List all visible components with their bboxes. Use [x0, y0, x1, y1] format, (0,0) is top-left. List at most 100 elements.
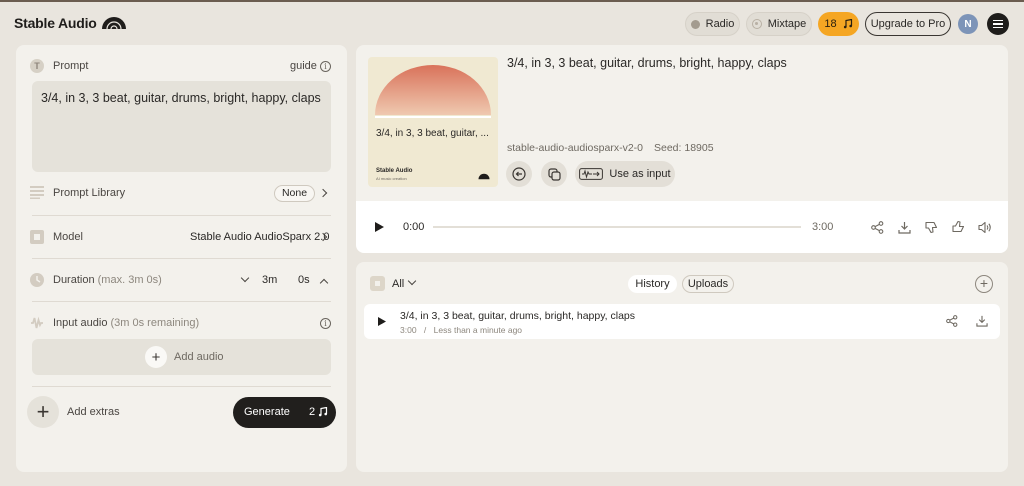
copy-icon: [547, 167, 561, 181]
waveform-icon: [31, 316, 43, 329]
radio-icon: [690, 19, 700, 29]
history-item[interactable]: 3/4, in 3, 3 beat, guitar, drums, bright…: [364, 304, 1000, 339]
prompt-library-label: Prompt Library: [53, 187, 126, 199]
top-bar: Stable Audio Radio Mixtape 18 Upgrade to…: [0, 2, 1024, 44]
cover-caption: 3/4, in 3, 3 beat, guitar, ...: [376, 128, 489, 139]
history-item-duration: 3:00: [400, 325, 417, 335]
generate-label: Generate: [244, 406, 290, 418]
divider: [32, 301, 331, 302]
music-note-icon: [843, 19, 852, 29]
model-id: stable-audio-audiosparx-v2-0: [507, 142, 643, 154]
mixtape-button[interactable]: Mixtape: [746, 12, 812, 36]
input-audio-info-icon[interactable]: i: [320, 318, 331, 329]
play-icon[interactable]: [375, 222, 384, 232]
cover-brand: Stable Audio: [376, 168, 413, 174]
music-note-icon: [318, 407, 328, 417]
tab-uploads-label: Uploads: [687, 278, 729, 290]
thumbs-up-icon[interactable]: [952, 220, 965, 233]
clock-icon: [30, 273, 44, 287]
download-icon[interactable]: [898, 221, 911, 234]
input-audio-hint: (3m 0s remaining): [110, 317, 200, 329]
copy-button[interactable]: [541, 161, 567, 187]
arrow-left-circle-icon: [512, 167, 526, 181]
filter-square-icon[interactable]: [370, 276, 385, 291]
history-item-title: 3/4, in 3, 3 beat, guitar, drums, bright…: [400, 310, 636, 322]
generate-button[interactable]: Generate 2: [233, 397, 336, 428]
duration-minutes[interactable]: 3m: [262, 274, 277, 286]
seed-label: Seed: 18905: [654, 142, 714, 154]
progress-track[interactable]: [433, 226, 801, 228]
prompt-text: 3/4, in 3, 3 beat, guitar, drums, bright…: [41, 91, 321, 105]
add-icon[interactable]: +: [975, 275, 993, 293]
filter-chevron-icon[interactable]: [407, 276, 417, 286]
generation-panel: T Prompt guide i 3/4, in 3, 3 beat, guit…: [16, 45, 347, 472]
history-item-separator: /: [423, 325, 427, 335]
cover-logo-icon: [478, 173, 490, 180]
menu-button[interactable]: [987, 13, 1009, 35]
duration-label: Duration (max. 3m 0s): [53, 274, 162, 286]
tab-history-label: History: [635, 278, 670, 290]
model-value[interactable]: Stable Audio AudioSparx 2.0: [190, 231, 329, 243]
upgrade-label: Upgrade to Pro: [870, 18, 946, 30]
current-time: 0:00: [403, 221, 425, 233]
volume-icon[interactable]: [978, 221, 992, 234]
thumbs-down-icon[interactable]: [925, 221, 938, 234]
mixtape-label: Mixtape: [767, 18, 807, 30]
logo[interactable]: Stable Audio: [14, 15, 127, 31]
input-audio-label: Input audio (3m 0s remaining): [53, 317, 199, 329]
use-as-input-button[interactable]: Use as input: [575, 161, 675, 187]
logo-mark-icon: [101, 17, 126, 30]
prompt-library-chevron-icon[interactable]: [318, 188, 328, 198]
track-title: 3/4, in 3, 3 beat, guitar, drums, bright…: [507, 56, 787, 70]
generate-cost: 2: [309, 406, 316, 418]
guide-link[interactable]: guide: [290, 60, 317, 72]
model-icon: [30, 230, 44, 244]
duration-seconds[interactable]: 0s: [298, 274, 310, 286]
prompt-label: Prompt: [53, 60, 89, 72]
history-item-age: Less than a minute ago: [433, 325, 523, 335]
reuse-prompt-button[interactable]: [506, 161, 532, 187]
add-extras-button[interactable]: +: [27, 396, 59, 428]
track-details: 3/4, in 3, 3 beat, guitar, ... Stable Au…: [356, 45, 1008, 201]
history-item-meta: 3:00 / Less than a minute ago: [400, 325, 522, 335]
cover-tagline: AI music creation: [376, 176, 407, 181]
divider: [32, 258, 331, 259]
input-audio-label-text: Input audio: [53, 317, 108, 329]
duration-hint: (max. 3m 0s): [97, 274, 162, 286]
tab-uploads[interactable]: Uploads: [682, 275, 734, 293]
model-label: Model: [53, 231, 83, 243]
plus-icon: +: [145, 346, 167, 368]
list-icon: [30, 186, 44, 199]
credits-badge[interactable]: 18: [818, 12, 859, 36]
radio-label: Radio: [705, 18, 735, 30]
duration-time: 3:00: [812, 221, 834, 233]
add-extras-label[interactable]: Add extras: [67, 406, 120, 418]
prompt-library-value[interactable]: None: [274, 185, 315, 202]
credits-count: 18: [824, 18, 837, 30]
avatar[interactable]: N: [958, 14, 978, 34]
share-icon[interactable]: [871, 221, 884, 234]
prompt-icon: T: [30, 59, 44, 73]
cover-art: 3/4, in 3, 3 beat, guitar, ... Stable Au…: [368, 57, 498, 187]
filter-label[interactable]: All: [392, 278, 404, 290]
play-icon[interactable]: [378, 317, 386, 326]
guide-info-icon[interactable]: i: [320, 61, 331, 72]
duration-increase-icon[interactable]: [319, 278, 329, 288]
mixtape-icon: [751, 19, 762, 29]
cover-sun-shape: [375, 65, 491, 118]
divider: [32, 386, 331, 387]
tab-history[interactable]: History: [628, 275, 677, 293]
add-audio-button[interactable]: + Add audio: [32, 339, 331, 375]
logo-text: Stable Audio: [14, 15, 97, 31]
duration-label-text: Duration: [53, 274, 95, 286]
upgrade-button[interactable]: Upgrade to Pro: [865, 12, 951, 36]
divider: [32, 215, 331, 216]
use-as-input-label: Use as input: [609, 168, 671, 180]
share-icon[interactable]: [946, 315, 958, 327]
prompt-input[interactable]: 3/4, in 3, 3 beat, guitar, drums, bright…: [32, 81, 331, 172]
duration-decrease-icon[interactable]: [240, 273, 250, 283]
menu-icon: [993, 19, 1003, 22]
radio-button[interactable]: Radio: [685, 12, 740, 36]
download-icon[interactable]: [976, 315, 988, 327]
history-panel: All History Uploads + 3/4, in 3, 3 beat,…: [356, 262, 1008, 472]
